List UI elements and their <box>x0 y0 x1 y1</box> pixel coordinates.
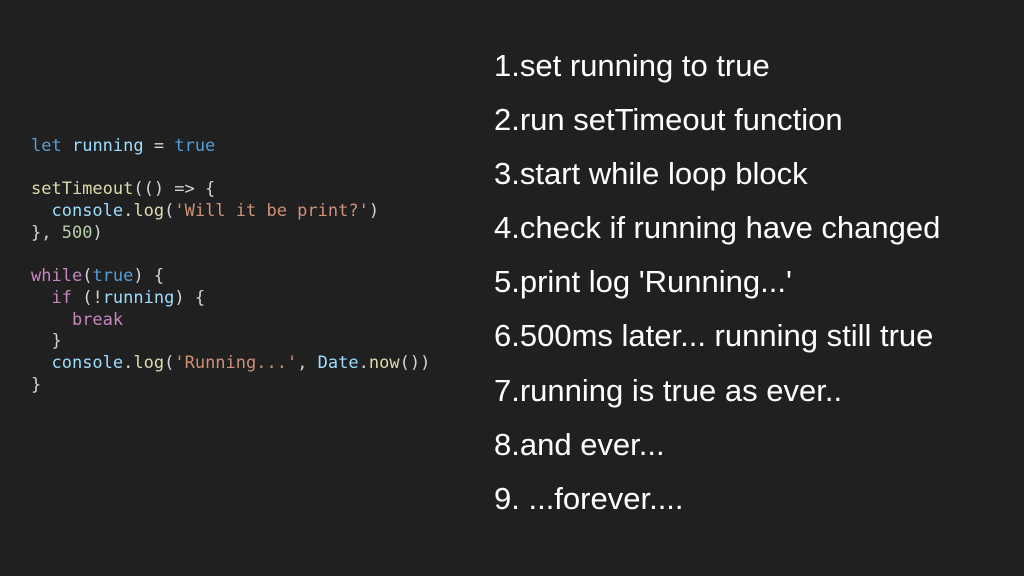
step-item: 3.start while loop block <box>494 156 808 192</box>
code-token: = <box>143 136 175 156</box>
code-line: while(true) { <box>31 266 430 288</box>
code-token: } <box>31 374 42 395</box>
code-token: ) <box>92 222 103 243</box>
step-item: 1.set running to true <box>494 48 770 83</box>
code-token: console <box>51 352 124 373</box>
code-token: log <box>133 201 165 222</box>
code-token: ) <box>368 201 380 222</box>
code-token: let <box>31 136 62 156</box>
code-token: true <box>174 136 216 156</box>
code-token: } <box>31 331 62 352</box>
step-item: 6.500ms later... running still true <box>494 318 934 354</box>
step-item: 2.run setTimeout function <box>494 102 843 138</box>
code-token: break <box>71 309 124 330</box>
steps-list: 1.set running to true 2.run setTimeout f… <box>494 44 1014 531</box>
code-line: } <box>31 331 430 353</box>
code-token: Date <box>317 352 359 373</box>
code-line: console.log('Running...', Date.now()) <box>31 353 430 375</box>
code-token: running <box>102 287 175 308</box>
code-line: let running = true <box>31 136 430 158</box>
code-token: ( <box>164 352 175 373</box>
code-block: let running = true setTimeout(() => { co… <box>31 136 430 396</box>
code-line: if (!running) { <box>31 288 430 310</box>
code-token: , <box>297 352 318 373</box>
code-token: console <box>51 201 124 222</box>
code-token: ) { <box>174 287 206 308</box>
code-line: break <box>31 310 430 332</box>
slide: let running = true setTimeout(() => { co… <box>0 0 1024 576</box>
code-token: true <box>92 266 134 287</box>
step-item: 4.check if running have changed <box>494 210 941 246</box>
step-item: 7.running is true as ever.. <box>494 372 843 408</box>
code-token: . <box>123 352 134 373</box>
code-token: ( <box>82 266 93 287</box>
code-token: (! <box>71 287 103 308</box>
code-token: ( <box>164 201 175 222</box>
code-token: if <box>51 287 72 308</box>
step-item: 5.print log 'Running...' <box>494 264 792 300</box>
code-token: log <box>133 352 165 373</box>
code-token: 'Running...' <box>174 352 298 373</box>
code-line: console.log('Will it be print?') <box>31 201 430 223</box>
code-token: while <box>31 266 83 287</box>
code-line: setTimeout(() => { <box>31 179 430 201</box>
code-line: }, 500) <box>31 223 430 245</box>
code-token: }, <box>31 222 62 243</box>
code-token: 'Will it be print?' <box>174 201 369 222</box>
code-token: running <box>71 136 144 156</box>
code-token: setTimeout <box>31 179 134 200</box>
code-token: (() => { <box>133 179 216 200</box>
code-line: } <box>31 375 430 397</box>
code-token: . <box>123 201 134 222</box>
code-token: now <box>368 352 400 373</box>
step-item: 9. ...forever.... <box>494 480 684 516</box>
code-token: ()) <box>399 352 431 373</box>
step-item: 8.and ever... <box>494 426 665 462</box>
code-token: 500 <box>61 222 93 243</box>
code-token: ) { <box>133 266 165 287</box>
code-token: . <box>358 352 369 373</box>
